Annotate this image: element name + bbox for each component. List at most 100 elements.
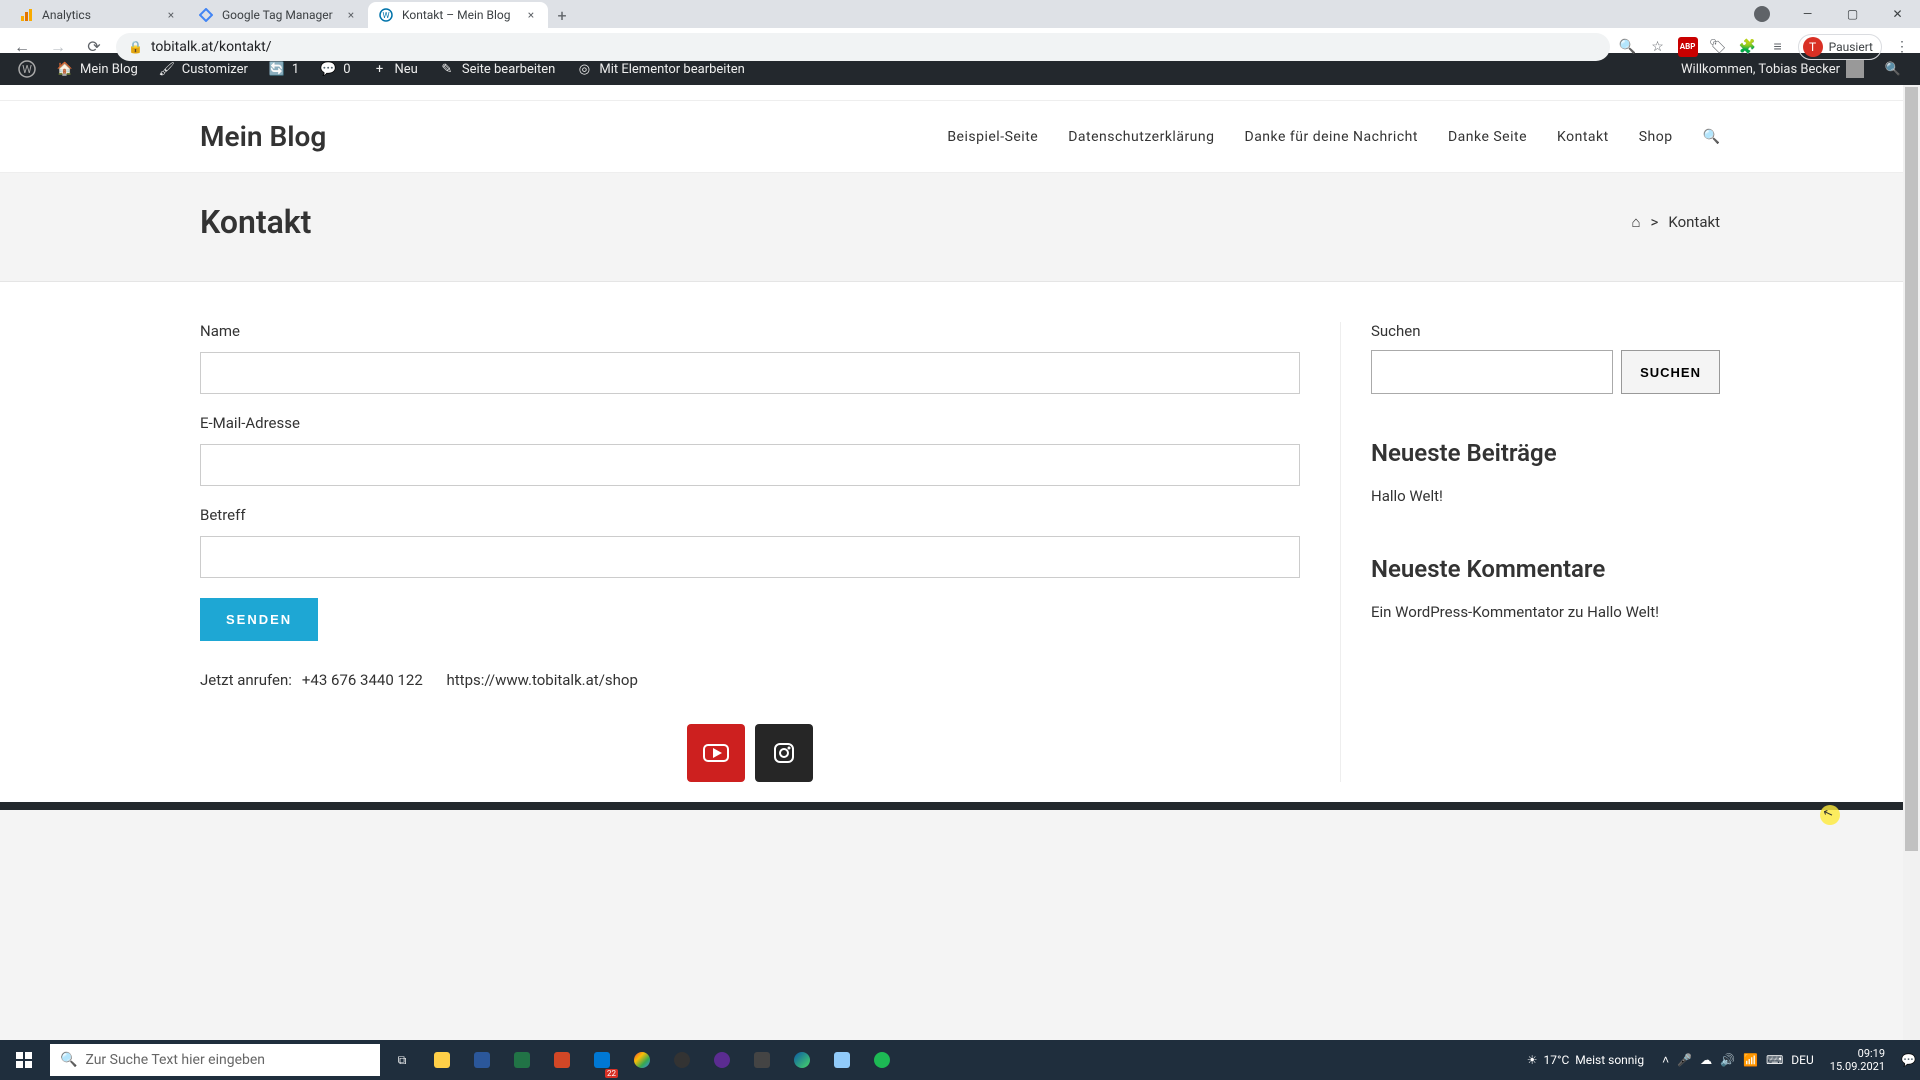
wp-updates[interactable]: 🔄 1 [258, 53, 309, 85]
chrome-icon[interactable] [622, 1040, 662, 1080]
clock-time: 09:19 [1830, 1047, 1885, 1060]
tray-wifi-icon[interactable]: 📶 [1743, 1053, 1758, 1067]
send-button[interactable]: SENDEN [200, 598, 318, 641]
tray-volume-icon[interactable]: 🔊 [1720, 1053, 1735, 1067]
tab-close-icon[interactable]: × [344, 8, 358, 22]
window-maximize-button[interactable]: ▢ [1830, 0, 1875, 28]
shop-link[interactable]: https://www.tobitalk.at/shop [447, 671, 638, 689]
name-input[interactable] [200, 352, 1300, 394]
tray-lang[interactable]: DEU [1791, 1053, 1813, 1067]
wp-new-label: Neu [395, 62, 418, 77]
wp-comments-count: 0 [343, 62, 350, 77]
spotify-icon[interactable] [862, 1040, 902, 1080]
powerpoint-icon[interactable] [542, 1040, 582, 1080]
page-viewport: Mein Blog Beispiel-Seite Datenschutzerkl… [0, 85, 1920, 1040]
windows-taskbar: 🔍 Zur Suche Text hier eingeben ⧉ 22 ☀ 17… [0, 1040, 1920, 1080]
window-close-button[interactable]: ✕ [1875, 0, 1920, 28]
search-icon: 🔍 [1884, 60, 1902, 78]
excel-icon[interactable] [502, 1040, 542, 1080]
wp-search-toggle[interactable]: 🔍 [1874, 53, 1912, 85]
youtube-icon [702, 743, 730, 763]
wp-welcome-text: Willkommen, Tobias Becker [1681, 62, 1840, 77]
wp-site-name[interactable]: 🏠 Mein Blog [46, 53, 148, 85]
tab-close-icon[interactable]: × [164, 8, 178, 22]
content-wrap: Name E-Mail-Adresse Betreff SENDEN Jetzt… [0, 282, 1920, 802]
tray-notifications-icon[interactable]: 💬 [1901, 1053, 1916, 1067]
word-icon[interactable] [462, 1040, 502, 1080]
breadcrumb-home-icon[interactable]: ⌂ [1631, 213, 1640, 231]
gtm-favicon-icon [198, 7, 214, 23]
tray-keyboard-icon[interactable]: ⌨ [1766, 1053, 1783, 1067]
tray-chevron-up-icon[interactable]: ˄ [1662, 1053, 1669, 1067]
tab-close-icon[interactable]: × [524, 8, 538, 22]
tray-clock[interactable]: 09:19 15.09.2021 [1822, 1047, 1893, 1073]
site-title[interactable]: Mein Blog [200, 120, 326, 153]
youtube-button[interactable] [687, 724, 745, 782]
wp-edit-page[interactable]: ✎ Seite bearbeiten [428, 53, 566, 85]
wp-customizer[interactable]: 🖌 Customizer [148, 53, 258, 85]
scrollbar-thumb[interactable] [1905, 87, 1918, 851]
subject-input[interactable] [200, 536, 1300, 578]
window-minimize-button[interactable]: — [1785, 0, 1830, 28]
lock-icon: 🔒 [128, 40, 143, 54]
mail-badge: 22 [605, 1069, 618, 1078]
weather-text: Meist sonnig [1575, 1053, 1644, 1067]
scrollbar-track[interactable] [1903, 85, 1920, 1040]
browser-tab-kontakt[interactable]: W Kontakt – Mein Blog × [368, 2, 548, 28]
recent-post-link[interactable]: Hallo Welt! [1371, 487, 1720, 505]
bookmark-star-icon[interactable]: ☆ [1648, 37, 1668, 57]
page-title-row: Kontakt ⌂ > Kontakt [0, 173, 1920, 282]
nav-item-danke-nachricht[interactable]: Danke für deine Nachricht [1245, 129, 1418, 145]
browser-tab-analytics[interactable]: Analytics × [8, 2, 188, 28]
wp-new[interactable]: + Neu [361, 53, 428, 85]
windows-icon [16, 1052, 32, 1068]
phone-link[interactable]: +43 676 3440 122 [302, 671, 423, 689]
tray-onedrive-icon[interactable]: ☁ [1700, 1053, 1712, 1067]
call-now-text: Jetzt anrufen: [200, 671, 292, 689]
profile-status: Pausiert [1829, 40, 1873, 54]
social-row [200, 724, 1300, 782]
mail-icon[interactable]: 22 [582, 1040, 622, 1080]
clock-date: 15.09.2021 [1830, 1060, 1885, 1073]
browser-tab-gtm[interactable]: Google Tag Manager × [188, 2, 368, 28]
app-icon-1[interactable] [702, 1040, 742, 1080]
wp-account-menu[interactable]: Willkommen, Tobias Becker [1671, 53, 1874, 85]
taskbar-search[interactable]: 🔍 Zur Suche Text hier eingeben [50, 1044, 380, 1076]
search-button[interactable]: SUCHEN [1621, 350, 1720, 394]
obs-icon[interactable] [662, 1040, 702, 1080]
instagram-button[interactable] [755, 724, 813, 782]
task-view-button[interactable]: ⧉ [382, 1040, 422, 1080]
tray-mic-icon[interactable]: 🎤 [1677, 1053, 1692, 1067]
nav-search-icon[interactable]: 🔍 [1703, 129, 1720, 145]
site-nav: Beispiel-Seite Datenschutzerklärung Dank… [947, 129, 1720, 145]
cursor-highlight [1820, 805, 1840, 825]
wp-comments[interactable]: 💬 0 [309, 53, 360, 85]
recent-comment-text[interactable]: Ein WordPress-Kommentator zu Hallo Welt! [1371, 603, 1720, 621]
email-input[interactable] [200, 444, 1300, 486]
nav-item-danke-seite[interactable]: Danke Seite [1448, 129, 1527, 145]
edge-icon[interactable] [782, 1040, 822, 1080]
nav-item-datenschutz[interactable]: Datenschutzerklärung [1068, 129, 1214, 145]
app-icon-2[interactable] [742, 1040, 782, 1080]
zoom-icon[interactable]: 🔍 [1618, 37, 1638, 57]
wp-updates-count: 1 [292, 62, 299, 77]
nav-item-shop[interactable]: Shop [1639, 129, 1673, 145]
wp-logo-menu[interactable]: W [8, 53, 46, 85]
weather-widget[interactable]: ☀ 17°C Meist sonnig [1527, 1053, 1644, 1067]
search-label: Suchen [1371, 322, 1720, 340]
notepad-icon[interactable] [822, 1040, 862, 1080]
search-input[interactable] [1371, 350, 1613, 394]
nav-item-kontakt[interactable]: Kontakt [1557, 129, 1609, 145]
file-explorer-icon[interactable] [422, 1040, 462, 1080]
updates-icon: 🔄 [268, 60, 286, 78]
home-icon: 🏠 [56, 60, 74, 78]
subject-label: Betreff [200, 506, 1300, 524]
tab-title: Google Tag Manager [222, 8, 336, 22]
nav-item-beispiel[interactable]: Beispiel-Seite [947, 129, 1038, 145]
start-button[interactable] [0, 1040, 48, 1080]
comment-icon: 💬 [319, 60, 337, 78]
tab-overflow-icon[interactable] [1754, 6, 1770, 22]
form-field-subject: Betreff [200, 506, 1300, 578]
new-tab-button[interactable]: + [548, 2, 576, 28]
wp-edit-elementor[interactable]: ◎ Mit Elementor bearbeiten [565, 53, 754, 85]
